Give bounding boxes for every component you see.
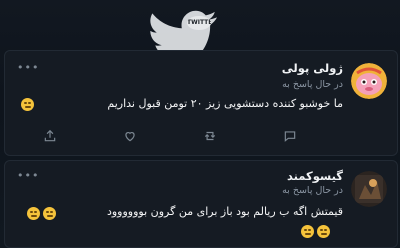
more-options-icon[interactable]: •••	[17, 61, 39, 74]
expressionless-face-icon	[43, 207, 56, 220]
expressionless-face-icon	[317, 225, 330, 238]
tweet-text: ما خوشبو کننده دستشویی زیز ۲۰ تومن قبول …	[107, 97, 343, 110]
reply-label: در حال پاسخ به	[282, 185, 343, 196]
reply-label: در حال پاسخ به	[282, 79, 343, 90]
avatar[interactable]	[351, 63, 387, 99]
author-name[interactable]: ژولی پولی	[282, 61, 343, 75]
avatar-photo-icon	[351, 171, 387, 207]
retweet-icon[interactable]	[203, 129, 217, 143]
reply-icon[interactable]	[283, 129, 297, 143]
share-icon[interactable]	[43, 129, 57, 143]
screenshot-stage: TWITTER IRAN ژولی پولی در حال پاسخ به ما…	[0, 0, 400, 248]
avatar[interactable]	[351, 171, 387, 207]
expressionless-face-icon	[301, 225, 314, 238]
expressionless-face-icon	[27, 207, 40, 220]
logo-badge: TWITTER IRAN	[187, 16, 211, 30]
face-with-sweat-icon	[21, 98, 34, 111]
tweet-card[interactable]: گیسوکمند در حال پاسخ به قیمتش اگه ب ریال…	[4, 160, 398, 248]
tweet-actions	[19, 129, 343, 145]
more-options-icon[interactable]: •••	[17, 169, 39, 182]
tweet-text: قیمتش اگه ب ریالم بود باز برای من گرون ب…	[106, 205, 343, 218]
avatar-pink-character-icon	[351, 63, 387, 99]
author-name[interactable]: گیسوکمند	[287, 169, 343, 183]
tweet-card[interactable]: ژولی پولی در حال پاسخ به ما خوشبو کننده …	[4, 50, 398, 156]
like-icon[interactable]	[123, 129, 137, 143]
